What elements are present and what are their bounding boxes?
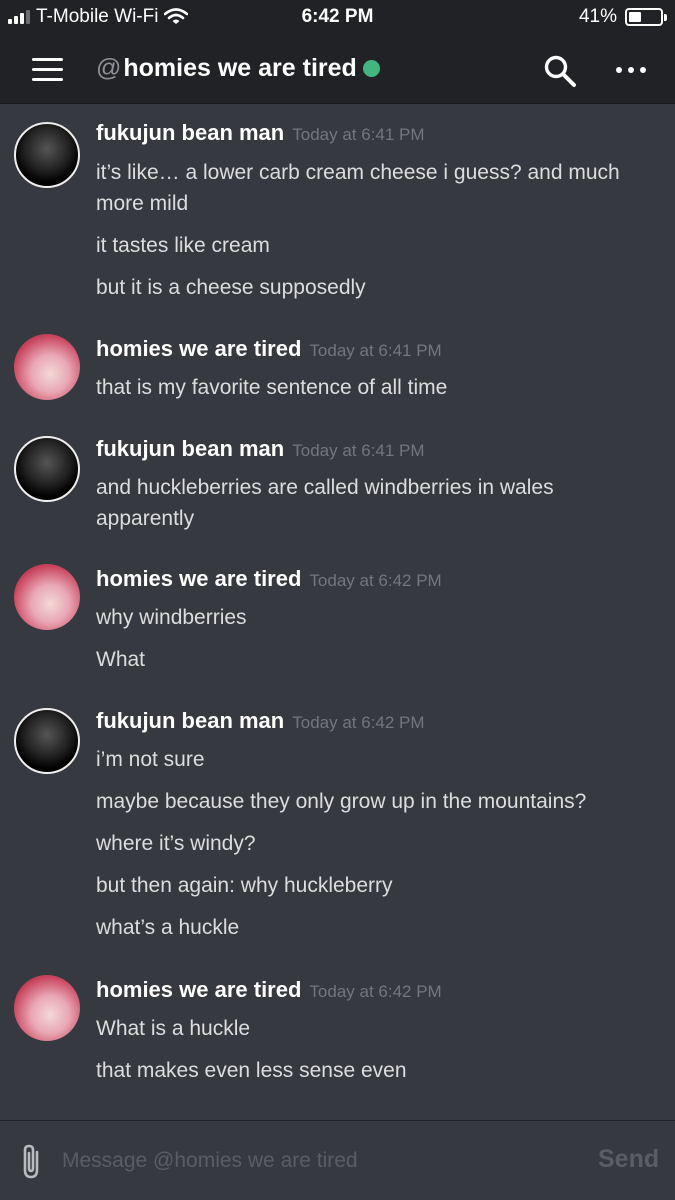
status-time: 6:42 PM bbox=[301, 6, 374, 27]
message-line: What is a huckle bbox=[96, 1017, 251, 1040]
battery-fill bbox=[629, 12, 641, 22]
avatar[interactable] bbox=[14, 975, 80, 1041]
menu-icon[interactable] bbox=[32, 58, 63, 82]
message-line: it’s like… a lower carb cream cheese i g… bbox=[96, 161, 620, 215]
message-line: it tastes like cream bbox=[96, 234, 270, 257]
timestamp: Today at 6:41 PM bbox=[292, 441, 425, 460]
avatar[interactable] bbox=[14, 708, 80, 774]
message-line: why windberries bbox=[96, 606, 247, 629]
timestamp: Today at 6:42 PM bbox=[309, 982, 442, 1001]
timestamp: Today at 6:42 PM bbox=[292, 713, 425, 732]
status-right: 41% bbox=[578, 6, 667, 28]
message-line: that is my favorite sentence of all time bbox=[96, 376, 448, 399]
online-status-icon bbox=[362, 60, 380, 77]
avatar[interactable] bbox=[14, 334, 80, 400]
more-icon[interactable] bbox=[616, 64, 646, 76]
message-list[interactable]: fukujun bean man Today at 6:41 PM it’s l… bbox=[0, 104, 675, 1120]
message-line: What bbox=[96, 648, 146, 671]
author-name[interactable]: fukujun bean man bbox=[96, 120, 284, 146]
message-line: but it is a cheese supposedly bbox=[96, 276, 366, 299]
message-line: that makes even less sense even bbox=[96, 1059, 407, 1082]
at-symbol: @ bbox=[96, 54, 122, 82]
paperclip-icon[interactable] bbox=[18, 1143, 46, 1181]
channel-title: @ homies we are tired bbox=[96, 54, 380, 83]
author-name[interactable]: homies we are tired bbox=[96, 977, 301, 1003]
message-line: maybe because they only grow up in the m… bbox=[96, 790, 587, 813]
avatar[interactable] bbox=[14, 122, 80, 188]
timestamp: Today at 6:42 PM bbox=[309, 571, 442, 590]
message-header: fukujun bean man Today at 6:42 PM bbox=[96, 708, 425, 734]
author-name[interactable]: fukujun bean man bbox=[96, 708, 284, 734]
status-bar: T-Mobile Wi-Fi 6:42 PM 41% bbox=[0, 0, 675, 36]
avatar[interactable] bbox=[14, 564, 80, 630]
message-header: homies we are tired Today at 6:41 PM bbox=[96, 336, 442, 362]
message-header: fukujun bean man Today at 6:41 PM bbox=[96, 120, 425, 146]
timestamp: Today at 6:41 PM bbox=[309, 341, 442, 360]
channel-header: @ homies we are tired bbox=[0, 36, 675, 104]
message-composer: Send bbox=[0, 1120, 675, 1200]
message-line: but then again: why huckleberry bbox=[96, 874, 393, 897]
message-line: where it’s windy? bbox=[96, 832, 256, 855]
avatar[interactable] bbox=[14, 436, 80, 502]
battery-percent: 41% bbox=[578, 6, 617, 27]
message-line: what’s a huckle bbox=[96, 916, 240, 939]
message-header: fukujun bean man Today at 6:41 PM bbox=[96, 436, 425, 462]
channel-name: homies we are tired bbox=[123, 54, 357, 82]
message-header: homies we are tired Today at 6:42 PM bbox=[96, 566, 442, 592]
send-button[interactable]: Send bbox=[598, 1145, 659, 1174]
author-name[interactable]: homies we are tired bbox=[96, 566, 301, 592]
author-name[interactable]: fukujun bean man bbox=[96, 436, 284, 462]
timestamp: Today at 6:41 PM bbox=[292, 125, 425, 144]
message-input[interactable] bbox=[62, 1143, 582, 1179]
message-line: and huckleberries are called windberries… bbox=[96, 476, 554, 530]
search-icon[interactable] bbox=[543, 54, 577, 88]
author-name[interactable]: homies we are tired bbox=[96, 336, 301, 362]
message-line: i’m not sure bbox=[96, 748, 205, 771]
battery-icon bbox=[625, 8, 667, 26]
message-header: homies we are tired Today at 6:42 PM bbox=[96, 977, 442, 1003]
